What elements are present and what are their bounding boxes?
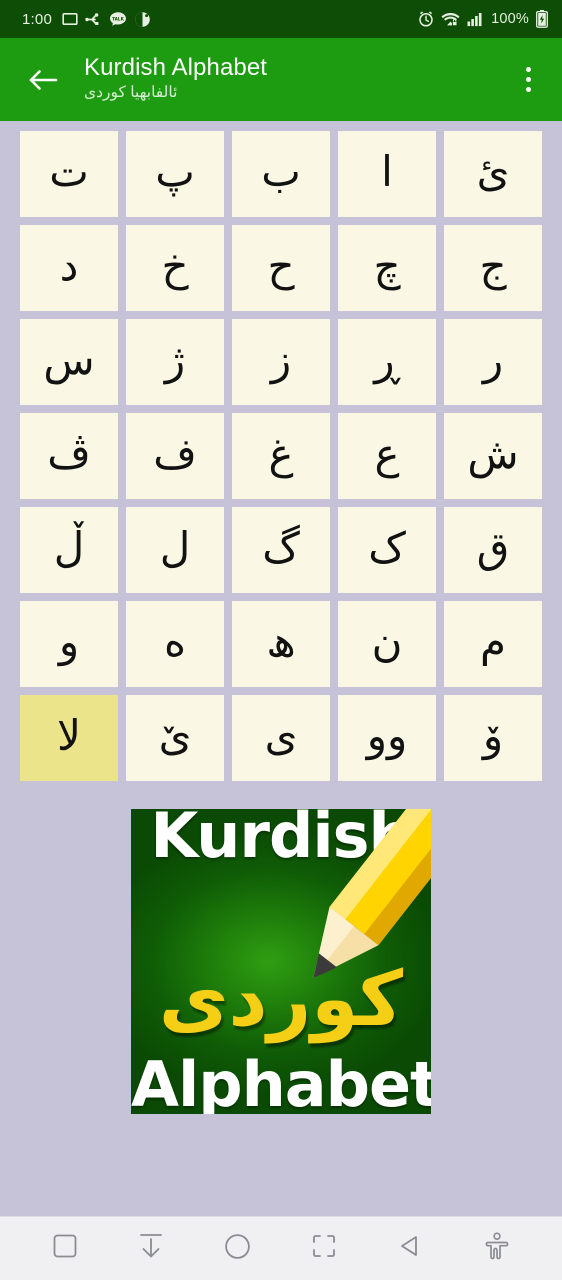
letter-cell[interactable]: پ (126, 131, 224, 217)
download-button[interactable] (123, 1221, 179, 1277)
letter-cell[interactable]: ع (338, 413, 436, 499)
letter-cell[interactable]: ش (444, 413, 542, 499)
app-bar: Kurdish Alphabet ئالفابهیا کوردی (0, 38, 562, 121)
triangle-left-icon (397, 1233, 423, 1264)
content-area: ئ ا ب پ ت ج چ ح خ د ر ڕ ز ژ س ش ع غ ف ڤ ق ک گ ل ڵ م ن ھ ە و ۆ وو ی ێ لا Ku… (0, 121, 562, 1216)
letter-cell[interactable]: ژ (126, 319, 224, 405)
letter-cell[interactable]: ۆ (444, 695, 542, 781)
screenshot-button[interactable] (296, 1221, 352, 1277)
letter-cell[interactable]: غ (232, 413, 330, 499)
overflow-dot (525, 67, 531, 72)
page-subtitle: ئالفابهیا کوردی (84, 83, 178, 101)
accessibility-button[interactable] (469, 1221, 525, 1277)
letter-cell[interactable]: گ (232, 507, 330, 593)
letter-cell[interactable]: ن (338, 601, 436, 687)
letter-cell[interactable]: ز (232, 319, 330, 405)
app-banner-wrap: Kurdish کوردی Alphabet (0, 809, 562, 1114)
letter-cell[interactable]: ک (338, 507, 436, 593)
accessibility-person-icon (485, 1232, 509, 1265)
status-clock: 1:00 (22, 10, 52, 28)
letter-cell[interactable]: ق (444, 507, 542, 593)
letter-cell[interactable]: ێ (126, 695, 224, 781)
overflow-dot (525, 77, 531, 82)
letter-cell[interactable]: ە (126, 601, 224, 687)
overflow-menu-icon[interactable] (506, 51, 550, 109)
crop-brackets-icon (311, 1233, 337, 1264)
square-icon (52, 1233, 78, 1264)
letter-cell[interactable]: ج (444, 225, 542, 311)
letter-cell[interactable]: و (20, 601, 118, 687)
pencil-icon (237, 809, 431, 1014)
letter-cell[interactable]: س (20, 319, 118, 405)
letter-cell[interactable]: د (20, 225, 118, 311)
alarm-icon (418, 11, 434, 27)
page-title: Kurdish Alphabet (84, 54, 268, 82)
contrast-circle-icon (134, 11, 151, 28)
letter-cell[interactable]: ئ (444, 131, 542, 217)
banner-bottom-text: Alphabet (131, 1048, 431, 1115)
letter-cell[interactable]: ی (232, 695, 330, 781)
letter-cell[interactable]: ل (126, 507, 224, 593)
letter-cell[interactable]: خ (126, 225, 224, 311)
alphabet-grid: ئ ا ب پ ت ج چ ح خ د ر ڕ ز ژ س ش ع غ ف ڤ ق ک گ ل ڵ م ن ھ ە و ۆ وو ی ێ لا (0, 121, 562, 781)
letter-cell[interactable]: م (444, 601, 542, 687)
letter-cell[interactable]: وو (338, 695, 436, 781)
overflow-dot (525, 87, 531, 92)
letter-cell[interactable]: ت (20, 131, 118, 217)
letter-cell[interactable]: ب (232, 131, 330, 217)
talk-chat-icon: TALK (109, 11, 127, 27)
phone-screen: 1:00 TALK 100% Kurdish Alphabet ئالفابهی… (0, 0, 562, 1280)
battery-icon (536, 10, 548, 28)
status-bar: 1:00 TALK 100% (0, 0, 562, 38)
letter-cell[interactable]: ا (338, 131, 436, 217)
home-button[interactable] (210, 1221, 266, 1277)
circle-icon (224, 1233, 251, 1265)
letter-cell[interactable]: ف (126, 413, 224, 499)
letter-cell[interactable]: لا (20, 695, 118, 781)
back-button[interactable] (382, 1221, 438, 1277)
svg-text:TALK: TALK (112, 17, 124, 22)
system-nav-bar (0, 1216, 562, 1280)
letter-cell[interactable]: چ (338, 225, 436, 311)
letter-cell[interactable]: ڕ (338, 319, 436, 405)
app-banner-image[interactable]: Kurdish کوردی Alphabet (131, 809, 431, 1114)
letter-cell[interactable]: ح (232, 225, 330, 311)
recents-button[interactable] (37, 1221, 93, 1277)
message-icon (62, 12, 78, 27)
app-bar-titles: Kurdish Alphabet ئالفابهیا کوردی (66, 54, 506, 104)
wifi-secure-icon (441, 12, 460, 27)
signal-bars-icon (467, 12, 484, 27)
letter-cell[interactable]: ر (444, 319, 542, 405)
usb-icon (85, 12, 102, 27)
status-bar-left: 1:00 TALK (22, 11, 151, 28)
status-bar-right: 100% (418, 10, 548, 28)
arrow-down-bar-icon (138, 1232, 164, 1265)
letter-cell[interactable]: ھ (232, 601, 330, 687)
battery-percent-label: 100% (491, 11, 529, 27)
back-arrow-icon[interactable] (20, 57, 66, 103)
letter-cell[interactable]: ڤ (20, 413, 118, 499)
letter-cell[interactable]: ڵ (20, 507, 118, 593)
